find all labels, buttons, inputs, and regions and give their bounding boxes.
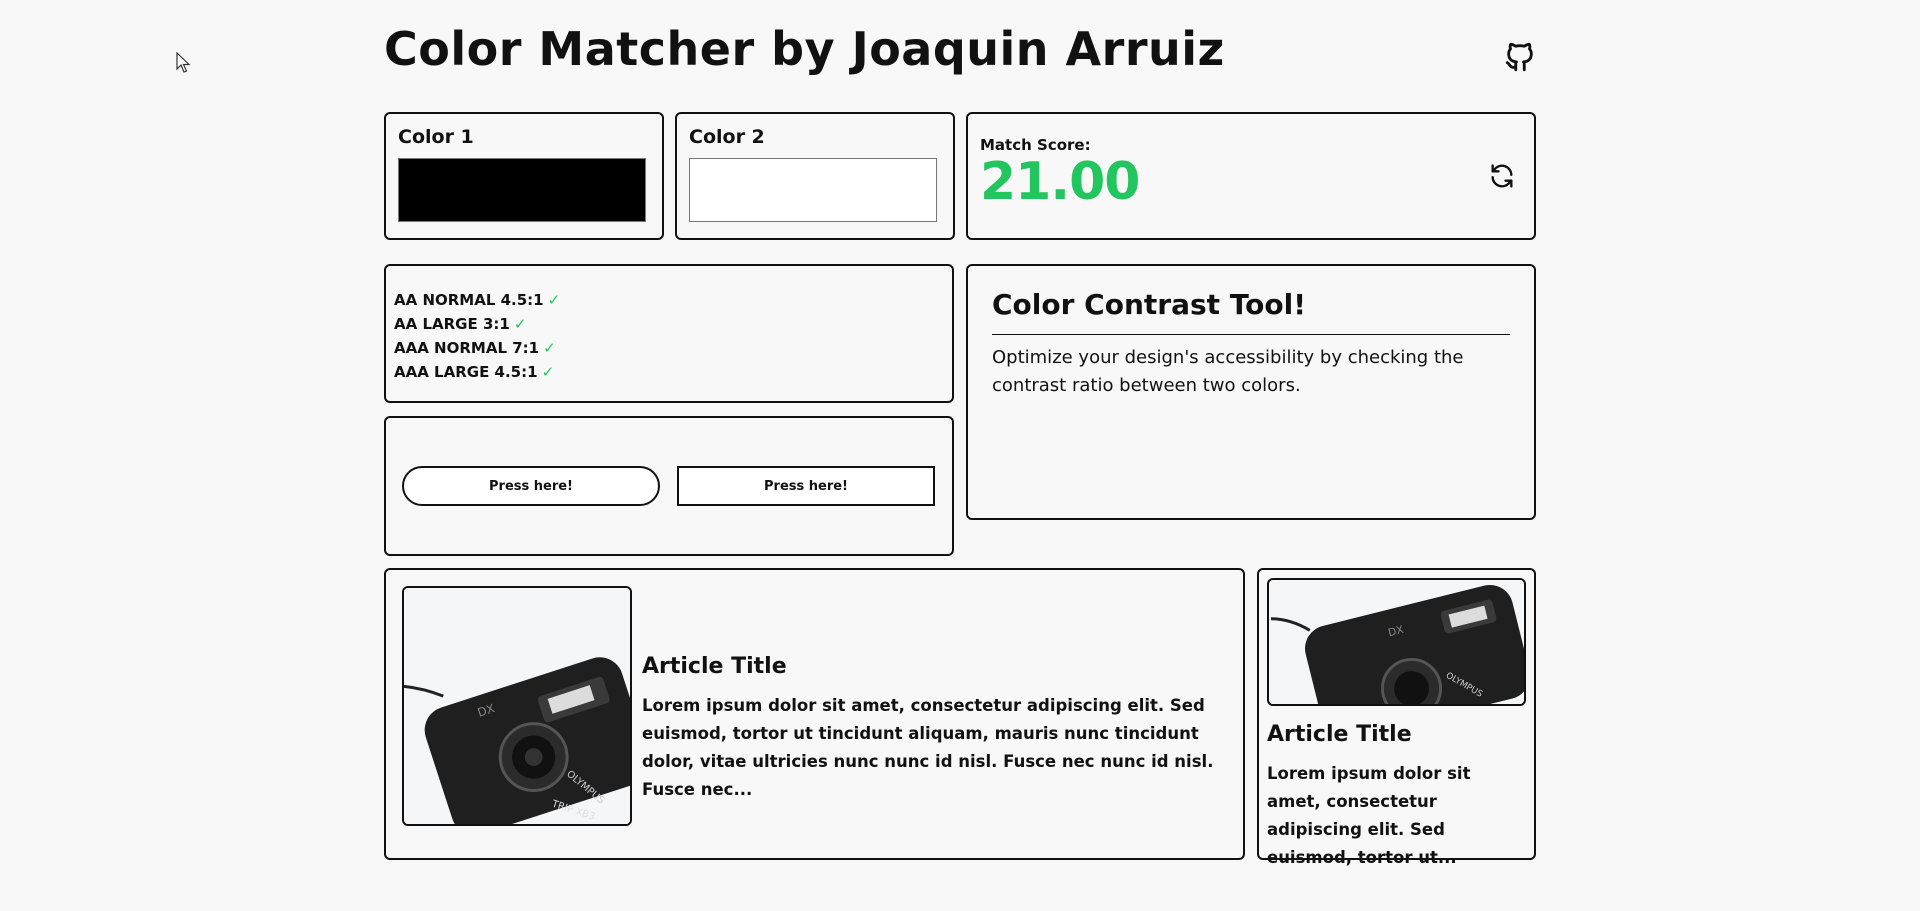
- page-title: Color Matcher by Joaquin Arruiz: [384, 22, 1225, 76]
- camera-image: DX OLYMPUS TRIP XB3: [404, 588, 630, 824]
- mouse-cursor-icon: [176, 52, 191, 73]
- contrast-tool-title: Color Contrast Tool!: [992, 288, 1307, 321]
- color2-label: Color 2: [689, 126, 765, 148]
- article-body: Lorem ipsum dolor sit amet, consectetur …: [1267, 764, 1471, 867]
- camera-image: DX OLYMPUS: [1271, 580, 1524, 704]
- wcag-checks-list: AA NORMAL 4.5:1 ✓ AA LARGE 3:1 ✓ AAA NORMA…: [394, 288, 560, 384]
- contrast-tool-card: Color Contrast Tool! Optimize your desig…: [966, 264, 1536, 520]
- color2-card: Color 2: [675, 112, 955, 240]
- pill-preview-button[interactable]: Press here!: [402, 466, 660, 506]
- check-aa-large: AA LARGE 3:1 ✓: [394, 315, 527, 333]
- color2-swatch[interactable]: [689, 158, 937, 222]
- article-title: Article Title: [1267, 722, 1412, 747]
- match-score-value: 21.00: [980, 152, 1140, 212]
- article-body: Lorem ipsum dolor sit amet, consectetur …: [642, 696, 1214, 799]
- article-title: Article Title: [642, 654, 787, 679]
- article-image: DX OLYMPUS TRIP XB3: [402, 586, 632, 826]
- check-icon: ✓: [543, 339, 556, 357]
- square-preview-button[interactable]: Press here!: [677, 466, 935, 506]
- check-aaa-normal: AAA NORMAL 7:1 ✓: [394, 339, 556, 357]
- check-aaa-large: AAA LARGE 4.5:1 ✓: [394, 363, 555, 381]
- article-image: DX OLYMPUS: [1267, 578, 1526, 706]
- article-card-narrow: DX OLYMPUS Article Title Lorem ipsum dol…: [1257, 568, 1536, 867]
- color1-card: Color 1: [384, 112, 664, 240]
- divider: [992, 334, 1510, 335]
- refresh-icon[interactable]: [1488, 162, 1516, 190]
- check-icon: ✓: [541, 363, 555, 381]
- contrast-tool-description: Optimize your design's accessibility by …: [992, 347, 1464, 396]
- article-card-wide: DX OLYMPUS TRIP XB3 Article Title Lorem …: [384, 568, 1245, 860]
- wcag-checks-card: AA NORMAL 4.5:1 ✓ AA LARGE 3:1 ✓ AAA NORMA…: [384, 264, 954, 403]
- check-icon: ✓: [513, 315, 527, 333]
- color1-label: Color 1: [398, 126, 474, 148]
- github-icon[interactable]: [1503, 40, 1537, 74]
- color1-swatch[interactable]: [398, 158, 646, 222]
- check-icon: ✓: [547, 291, 561, 309]
- buttons-preview-card: Press here! Press here!: [384, 416, 954, 556]
- check-aa-normal: AA NORMAL 4.5:1 ✓: [394, 291, 561, 309]
- match-score-card: Match Score: 21.00: [966, 112, 1536, 240]
